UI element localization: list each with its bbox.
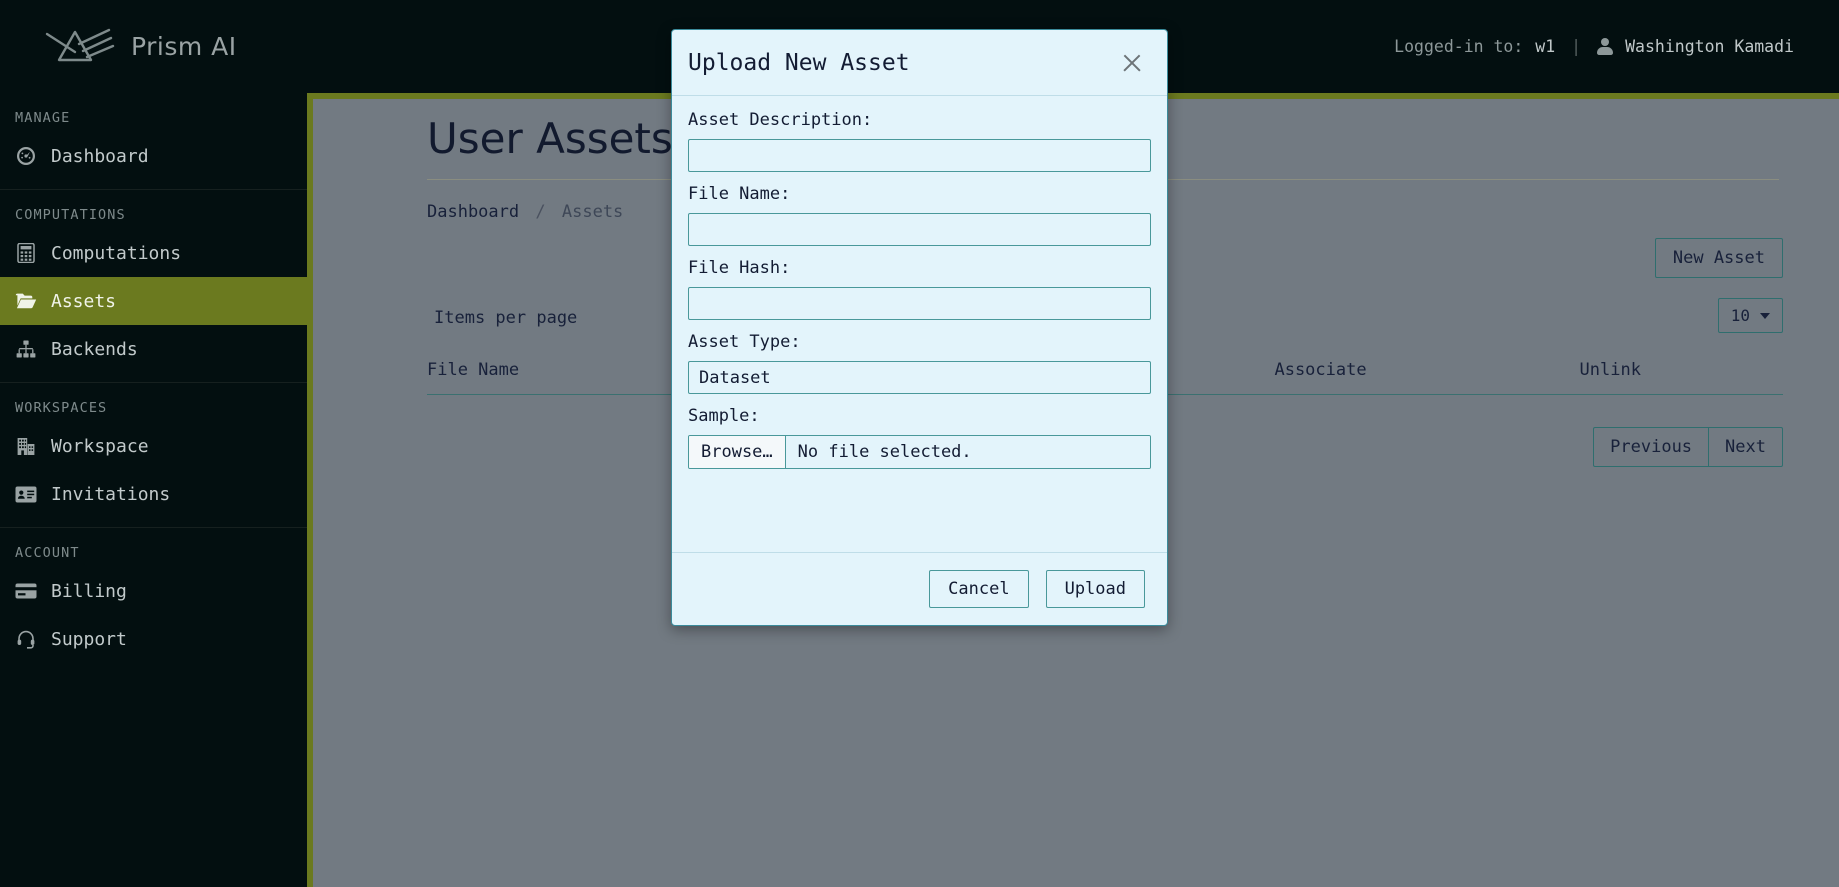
sample-file-status: No file selected. [785, 436, 1150, 468]
field-file-name: File Name: [688, 184, 1151, 246]
sidebar-item-label: Dashboard [51, 145, 149, 167]
sidebar-item-invitations[interactable]: Invitations [0, 470, 307, 518]
label-asset-description: Asset Description: [688, 110, 873, 130]
brand[interactable]: Prism AI [0, 26, 237, 68]
items-per-page-label: Items per page [434, 308, 578, 328]
sidebar-heading-workspaces: WORKSPACES [15, 400, 108, 416]
sidebar-item-label: Assets [51, 290, 117, 312]
items-per-page-value: 10 [1730, 306, 1750, 325]
user-icon [1597, 38, 1614, 55]
field-file-hash: File Hash: [688, 258, 1151, 320]
next-page-button[interactable]: Next [1708, 427, 1783, 467]
sidebar-section-account: ACCOUNT Billing Support [0, 528, 307, 672]
sidebar-section-workspaces: WORKSPACES Workspace Invitations [0, 383, 307, 528]
sidebar-item-label: Workspace [51, 435, 149, 457]
label-sample: Sample: [688, 406, 760, 426]
id-card-icon [15, 483, 37, 505]
field-asset-description: Asset Description: [688, 110, 1151, 172]
browse-button[interactable]: Browse… [689, 436, 786, 468]
breadcrumb-separator: / [535, 202, 546, 222]
previous-page-button[interactable]: Previous [1593, 427, 1709, 467]
sidebar-item-billing[interactable]: Billing [0, 567, 307, 615]
asset-description-input[interactable] [688, 139, 1151, 172]
sidebar-item-label: Support [51, 628, 127, 650]
sample-file-input[interactable]: Browse… No file selected. [688, 435, 1151, 469]
topbar-separator: | [1571, 37, 1582, 56]
items-per-page-select[interactable]: 10 [1717, 298, 1783, 333]
sidebar-item-support[interactable]: Support [0, 615, 307, 663]
sidebar: MANAGE Dashboard COMPUTATIONS Computatio… [0, 93, 307, 887]
workspace-name[interactable]: w1 [1535, 37, 1555, 56]
sidebar-item-computations[interactable]: Computations [0, 229, 307, 277]
sidebar-section-manage: MANAGE Dashboard [0, 93, 307, 190]
upload-button[interactable]: Upload [1045, 570, 1145, 608]
close-icon[interactable] [1119, 50, 1145, 76]
sidebar-heading-account: ACCOUNT [15, 545, 80, 561]
sidebar-item-label: Computations [51, 242, 182, 264]
new-asset-button[interactable]: New Asset [1654, 238, 1783, 278]
sitemap-icon [15, 338, 37, 360]
credit-card-icon [15, 580, 37, 602]
building-icon [15, 435, 37, 457]
sidebar-item-label: Invitations [51, 483, 171, 505]
asset-type-select[interactable]: Dataset [688, 361, 1151, 394]
file-name-input[interactable] [688, 213, 1151, 246]
brand-name: Prism AI [131, 32, 237, 61]
column-header-associate[interactable]: Associate [1274, 360, 1580, 395]
file-hash-input[interactable] [688, 287, 1151, 320]
modal-footer: Cancel Upload [672, 552, 1167, 625]
sidebar-item-label: Backends [51, 338, 138, 360]
prism-logo-icon [45, 26, 115, 68]
cancel-button[interactable]: Cancel [929, 570, 1029, 608]
sidebar-item-label: Billing [51, 580, 127, 602]
chevron-down-icon [1760, 312, 1770, 319]
modal-body: Asset Description: File Name: File Hash:… [672, 96, 1167, 552]
label-file-name: File Name: [688, 184, 791, 204]
field-sample: Sample: Browse… No file selected. [688, 406, 1151, 469]
breadcrumb-dashboard[interactable]: Dashboard [427, 202, 519, 222]
breadcrumb-assets: Assets [561, 202, 624, 222]
upload-asset-modal: Upload New Asset Asset Description: File… [671, 29, 1168, 626]
logged-in-label: Logged-in to: [1394, 37, 1524, 56]
sidebar-item-workspace[interactable]: Workspace [0, 422, 307, 470]
sidebar-item-backends[interactable]: Backends [0, 325, 307, 373]
dashboard-gauge-icon [15, 145, 37, 167]
sidebar-heading-computations: COMPUTATIONS [15, 207, 126, 223]
headset-icon [15, 628, 37, 650]
field-asset-type: Asset Type: Dataset [688, 332, 1151, 394]
app-root: Prism AI Logged-in to: w1 | Washington K… [0, 0, 1839, 887]
sidebar-item-dashboard[interactable]: Dashboard [0, 132, 307, 180]
calculator-icon [15, 242, 37, 264]
sidebar-item-assets[interactable]: Assets [0, 277, 307, 325]
label-asset-type: Asset Type: [688, 332, 801, 352]
sidebar-section-computations: COMPUTATIONS Computations Assets Backend… [0, 190, 307, 383]
user-name[interactable]: Washington Kamadi [1625, 37, 1794, 56]
folder-open-icon [15, 290, 37, 312]
asset-type-value: Dataset [699, 367, 771, 388]
modal-title: Upload New Asset [688, 50, 910, 76]
modal-header: Upload New Asset [672, 30, 1167, 96]
column-header-unlink[interactable]: Unlink [1579, 360, 1783, 395]
sidebar-heading-manage: MANAGE [15, 110, 71, 126]
topbar-user-area: Logged-in to: w1 | Washington Kamadi [1394, 37, 1839, 56]
label-file-hash: File Hash: [688, 258, 791, 278]
